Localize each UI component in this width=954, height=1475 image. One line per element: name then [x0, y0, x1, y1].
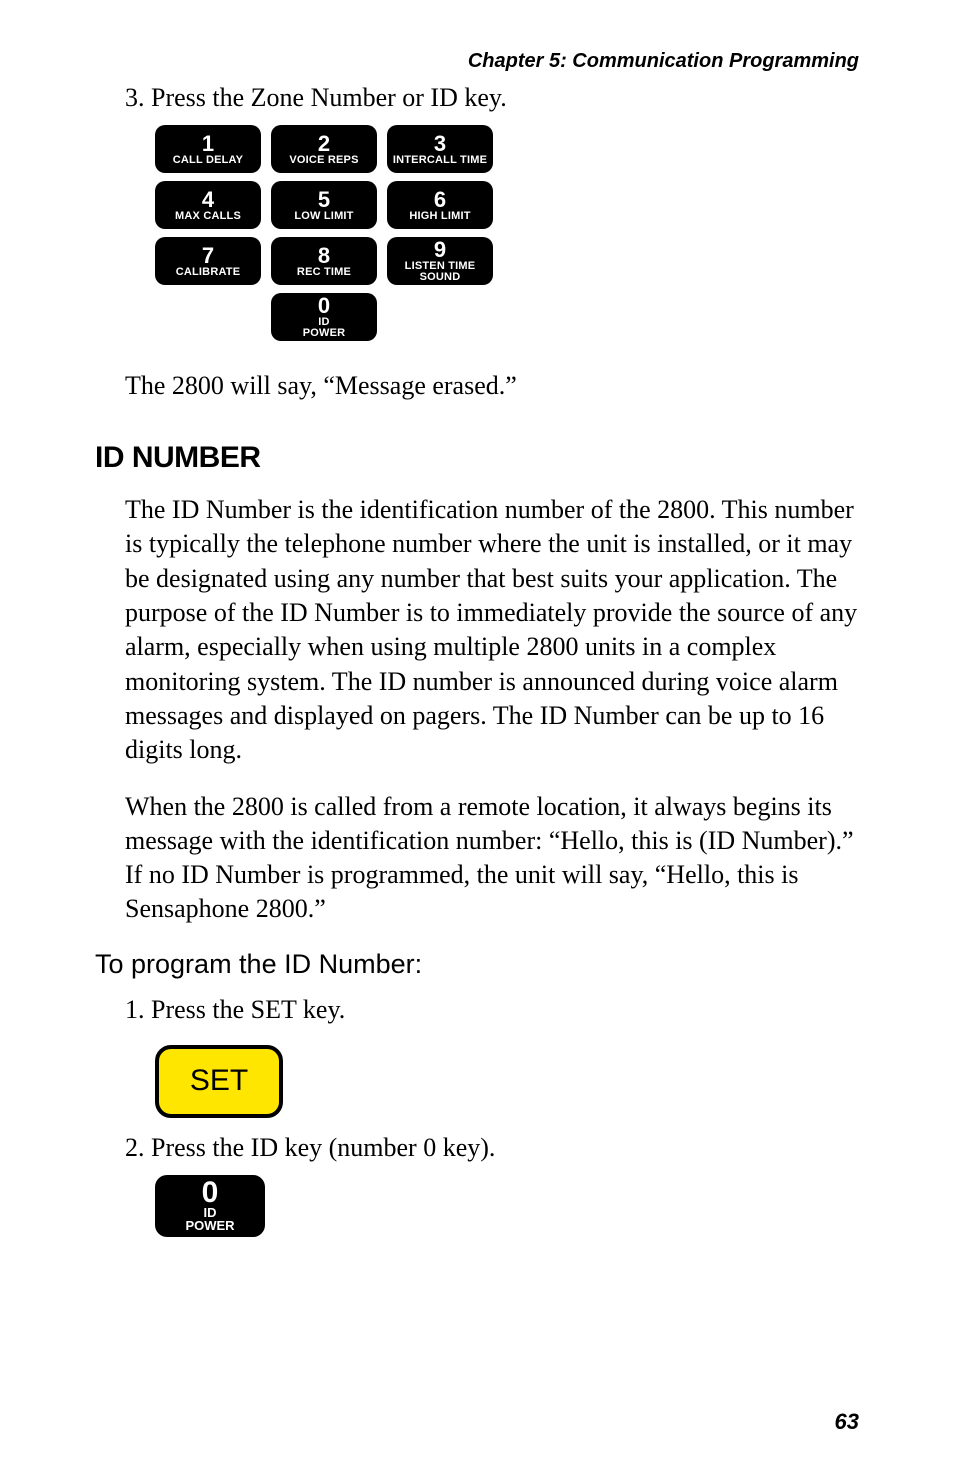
key-8-rec-time[interactable]: 8 REC TIME	[271, 237, 377, 285]
key-2-number: 2	[318, 133, 330, 155]
keypad-grid: 1 CALL DELAY 2 VOICE REPS 3 INTERCALL TI…	[155, 125, 493, 341]
key-3-label: INTERCALL TIME	[393, 155, 487, 166]
key-0-label-line2: POWER	[303, 327, 346, 339]
key-1-number: 1	[202, 133, 214, 155]
key-4-label: MAX CALLS	[175, 211, 241, 222]
step-3-text: 3. Press the Zone Number or ID key.	[125, 83, 859, 113]
step-2-text: 2. Press the ID key (number 0 key).	[125, 1133, 859, 1163]
id-key-0-label: IDPOWER	[185, 1206, 234, 1233]
key-6-number: 6	[434, 189, 446, 211]
step-1-text: 1. Press the SET key.	[125, 995, 859, 1025]
paragraph-2: When the 2800 is called from a remote lo…	[125, 790, 859, 927]
running-header: Chapter 5: Communication Programming	[95, 50, 859, 73]
section-heading-id-number: ID NUMBER	[95, 441, 859, 475]
key-3-number: 3	[434, 133, 446, 155]
key-7-number: 7	[202, 245, 214, 267]
key-8-label: REC TIME	[297, 267, 351, 278]
page-number: 63	[835, 1409, 859, 1435]
id-key-0-button[interactable]: 0 IDPOWER	[155, 1175, 265, 1237]
key-4-number: 4	[202, 189, 214, 211]
key-2-label: VOICE REPS	[289, 155, 358, 166]
set-key-button[interactable]: SET	[155, 1045, 283, 1118]
key-1-call-delay[interactable]: 1 CALL DELAY	[155, 125, 261, 173]
id-key-0-number: 0	[202, 1179, 219, 1206]
key-9-listen-time-sound[interactable]: 9 LISTEN TIME SOUND	[387, 237, 493, 285]
result-text: The 2800 will say, “Message erased.”	[125, 371, 859, 401]
subhead-to-program-id: To program the ID Number:	[95, 949, 859, 980]
key-5-low-limit[interactable]: 5 LOW LIMIT	[271, 181, 377, 229]
key-8-number: 8	[318, 245, 330, 267]
key-0-label: IDPOWER	[303, 317, 346, 339]
key-7-calibrate[interactable]: 7 CALIBRATE	[155, 237, 261, 285]
key-7-label: CALIBRATE	[176, 267, 241, 278]
set-key-label: SET	[190, 1064, 248, 1098]
key-0-number: 0	[318, 295, 330, 317]
key-2-voice-reps[interactable]: 2 VOICE REPS	[271, 125, 377, 173]
key-9-number: 9	[434, 239, 446, 261]
key-0-id-power[interactable]: 0 IDPOWER	[271, 293, 377, 341]
key-9-label: LISTEN TIME SOUND	[405, 261, 476, 283]
key-3-intercall-time[interactable]: 3 INTERCALL TIME	[387, 125, 493, 173]
key-5-number: 5	[318, 189, 330, 211]
key-1-label: CALL DELAY	[173, 155, 243, 166]
key-4-max-calls[interactable]: 4 MAX CALLS	[155, 181, 261, 229]
paragraph-1: The ID Number is the identification numb…	[125, 493, 859, 768]
key-6-label: HIGH LIMIT	[409, 211, 470, 222]
key-6-high-limit[interactable]: 6 HIGH LIMIT	[387, 181, 493, 229]
key-5-label: LOW LIMIT	[294, 211, 353, 222]
id-key-0-label-line2: POWER	[185, 1218, 234, 1233]
